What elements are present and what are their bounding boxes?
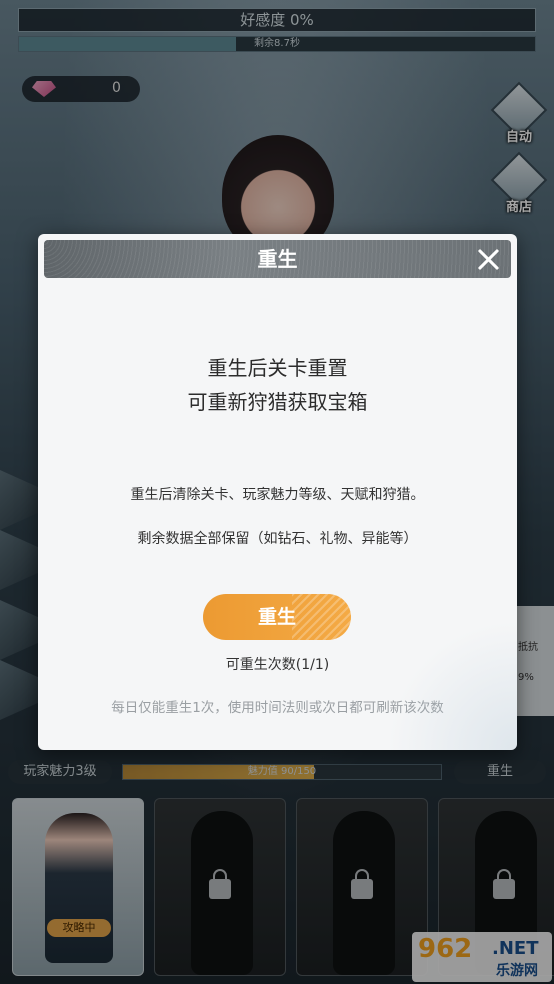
dialog-decoration [387,620,517,750]
dialog-title: 重生 [257,247,298,271]
dialog-header: 重生 [44,240,511,278]
description-cleared: 重生后清除关卡、玩家魅力等级、天赋和狩猎。 [130,487,425,503]
description-kept: 剩余数据全部保留（如钻石、礼物、异能等） [137,531,418,547]
headline-hunt: 可重新狩猎获取宝箱 [187,390,368,414]
headline-reset: 重生后关卡重置 [207,356,348,380]
rebirth-dialog: 重生 重生后关卡重置 可重新狩猎获取宝箱 重生后清除关卡、玩家魅力等级、天赋和狩… [38,234,517,750]
close-icon[interactable] [475,246,501,272]
rebirth-button[interactable]: 重生 [203,594,351,640]
